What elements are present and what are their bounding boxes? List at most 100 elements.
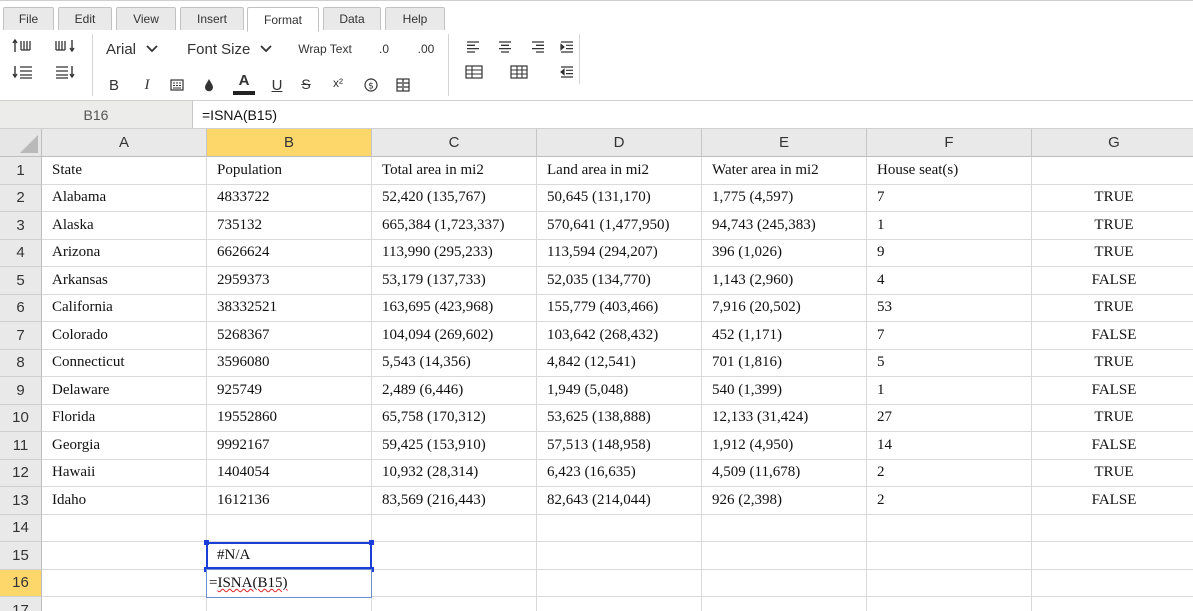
row-header-12[interactable]: 12 <box>0 459 42 487</box>
cell-b2[interactable]: 4833722 <box>207 184 372 212</box>
cell-e8[interactable]: 701 (1,816) <box>702 349 867 377</box>
align-right-icon[interactable] <box>528 37 548 57</box>
cell-f14[interactable] <box>867 514 1032 542</box>
column-header-d[interactable]: D <box>537 129 702 157</box>
cell-d8[interactable]: 4,842 (12,541) <box>537 349 702 377</box>
cell-g17[interactable] <box>1032 597 1193 611</box>
cell-f9[interactable]: 1 <box>867 377 1032 405</box>
tab-insert[interactable]: Insert <box>180 7 244 31</box>
cell-d16[interactable] <box>537 569 702 597</box>
decrease-decimal-button[interactable]: .0 <box>374 38 394 60</box>
cell-e10[interactable]: 12,133 (31,424) <box>702 404 867 432</box>
cell-a13[interactable]: Idaho <box>42 487 207 515</box>
cell-d13[interactable]: 82,643 (214,044) <box>537 487 702 515</box>
cell-b17[interactable] <box>207 597 372 611</box>
cell-d4[interactable]: 113,594 (294,207) <box>537 239 702 267</box>
cell-b14[interactable] <box>207 514 372 542</box>
cell-e3[interactable]: 94,743 (245,383) <box>702 212 867 240</box>
cell-c12[interactable]: 10,932 (28,314) <box>372 459 537 487</box>
column-header-a[interactable]: A <box>42 129 207 157</box>
align-left-icon[interactable] <box>463 37 483 57</box>
row-header-11[interactable]: 11 <box>0 432 42 460</box>
spreadsheet-grid[interactable]: A B C D E F G 1 State Population Total area in mi2… <box>0 129 1193 611</box>
cell-b4[interactable]: 6626624 <box>207 239 372 267</box>
cell-c4[interactable]: 113,990 (295,233) <box>372 239 537 267</box>
cell-g15[interactable] <box>1032 542 1193 570</box>
cell-b8[interactable]: 3596080 <box>207 349 372 377</box>
cell-d9[interactable]: 1,949 (5,048) <box>537 377 702 405</box>
cell-f6[interactable]: 53 <box>867 294 1032 322</box>
row-header-7[interactable]: 7 <box>0 322 42 350</box>
row-header-13[interactable]: 13 <box>0 487 42 515</box>
font-name-select[interactable]: Arial <box>106 38 166 60</box>
cell-d15[interactable] <box>537 542 702 570</box>
row-header-14[interactable]: 14 <box>0 514 42 542</box>
sort-desc-icon[interactable] <box>53 36 77 56</box>
cell-g6[interactable]: TRUE <box>1032 295 1193 322</box>
cell-c9[interactable]: 2,489 (6,446) <box>372 377 537 405</box>
cell-e16[interactable] <box>702 569 867 597</box>
row-header-5[interactable]: 5 <box>0 267 42 295</box>
cell-b1[interactable]: Population <box>207 157 372 185</box>
superscript-button[interactable]: x² <box>327 72 349 94</box>
font-size-select[interactable]: Font Size <box>187 38 279 60</box>
cell-c10[interactable]: 65,758 (170,312) <box>372 404 537 432</box>
cell-f8[interactable]: 5 <box>867 349 1032 377</box>
cell-f3[interactable]: 1 <box>867 212 1032 240</box>
cell-g11[interactable]: FALSE <box>1032 432 1193 460</box>
cell-g4[interactable]: TRUE <box>1032 240 1193 267</box>
select-all-corner[interactable] <box>0 129 42 157</box>
cell-d1[interactable]: Land area in mi2 <box>537 157 702 185</box>
cell-e2[interactable]: 1,775 (4,597) <box>702 184 867 212</box>
cell-c1[interactable]: Total area in mi2 <box>372 157 537 185</box>
cell-a5[interactable]: Arkansas <box>42 267 207 295</box>
cell-f15[interactable] <box>867 542 1032 570</box>
cell-f4[interactable]: 9 <box>867 239 1032 267</box>
indent-right-icon[interactable] <box>557 37 577 57</box>
font-color-button[interactable]: A <box>232 70 256 98</box>
cell-f5[interactable]: 4 <box>867 267 1032 295</box>
cell-f2[interactable]: 7 <box>867 184 1032 212</box>
cell-a17[interactable] <box>42 597 207 611</box>
cell-a16[interactable] <box>42 569 207 597</box>
cell-d3[interactable]: 570,641 (1,477,950) <box>537 212 702 240</box>
cell-g3[interactable]: TRUE <box>1032 212 1193 240</box>
cell-a11[interactable]: Georgia <box>42 432 207 460</box>
cell-e17[interactable] <box>702 597 867 611</box>
cell-c13[interactable]: 83,569 (216,443) <box>372 487 537 515</box>
cell-d7[interactable]: 103,642 (268,432) <box>537 322 702 350</box>
cell-c5[interactable]: 53,179 (137,733) <box>372 267 537 295</box>
cell-f11[interactable]: 14 <box>867 432 1032 460</box>
cell-c14[interactable] <box>372 514 537 542</box>
cell-b12[interactable]: 1404054 <box>207 459 372 487</box>
cell-g12[interactable]: TRUE <box>1032 460 1193 487</box>
cell-e13[interactable]: 926 (2,398) <box>702 487 867 515</box>
cell-a3[interactable]: Alaska <box>42 212 207 240</box>
column-header-e[interactable]: E <box>702 129 867 157</box>
tab-help[interactable]: Help <box>385 7 445 31</box>
row-header-2[interactable]: 2 <box>0 184 42 212</box>
cell-b13[interactable]: 1612136 <box>207 487 372 515</box>
cell-d10[interactable]: 53,625 (138,888) <box>537 404 702 432</box>
merge-icon[interactable] <box>393 74 413 96</box>
column-header-c[interactable]: C <box>372 129 537 157</box>
cell-b10[interactable]: 19552860 <box>207 404 372 432</box>
cell-d6[interactable]: 155,779 (403,466) <box>537 294 702 322</box>
row-header-16[interactable]: 16 <box>0 569 42 597</box>
cell-b7[interactable]: 5268367 <box>207 322 372 350</box>
row-header-10[interactable]: 10 <box>0 404 42 432</box>
cell-c11[interactable]: 59,425 (153,910) <box>372 432 537 460</box>
cell-editor[interactable]: = ISNA(B15) <box>206 569 372 598</box>
cell-style-icon[interactable] <box>167 74 187 96</box>
cell-a10[interactable]: Florida <box>42 404 207 432</box>
cell-a2[interactable]: Alabama <box>42 184 207 212</box>
cell-e4[interactable]: 396 (1,026) <box>702 239 867 267</box>
cell-d17[interactable] <box>537 597 702 611</box>
cell-c17[interactable] <box>372 597 537 611</box>
cell-f13[interactable]: 2 <box>867 487 1032 515</box>
cell-g10[interactable]: TRUE <box>1032 405 1193 432</box>
cell-c3[interactable]: 665,384 (1,723,337) <box>372 212 537 240</box>
cell-f1[interactable]: House seat(s) <box>867 157 1032 185</box>
column-header-g[interactable]: G <box>1032 129 1193 157</box>
formula-input[interactable]: =ISNA(B15) <box>202 101 277 128</box>
